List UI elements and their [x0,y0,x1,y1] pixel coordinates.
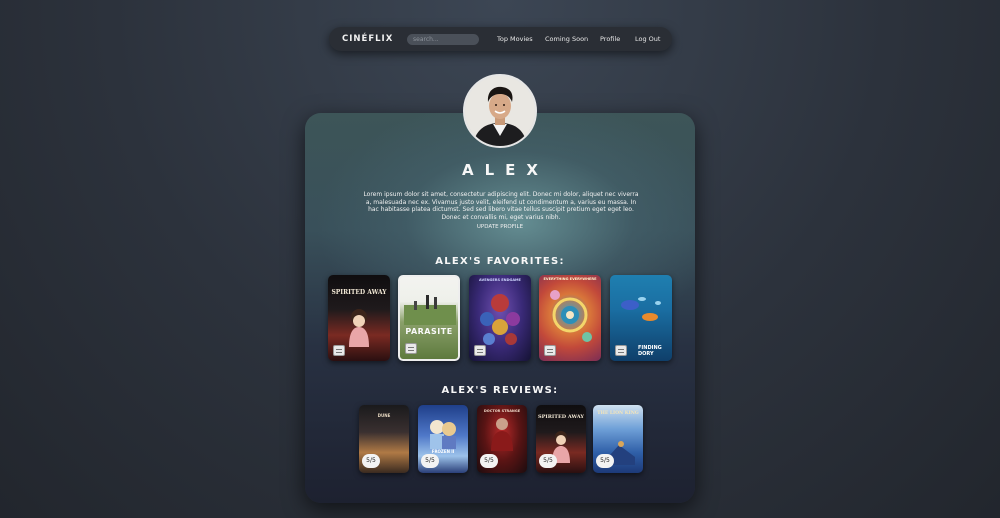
poster-art [404,295,456,325]
nav-link-top-movies[interactable]: Top Movies [497,35,533,43]
poster-art [480,294,520,345]
poster-art [430,420,456,449]
rating-badge: 5/5 [480,454,498,468]
bookmark-icon[interactable] [474,345,486,356]
favorites-heading: ALEX'S FAVORITES: [435,256,565,267]
poster-title: EVERYTHING EVERYWHERE [543,277,597,281]
profile-avatar [463,74,537,148]
profile-bio: Lorem ipsum dolor sit amet, consectetur … [363,191,639,221]
favorite-poster[interactable]: FINDING DORY [610,275,672,361]
profile-name: ALEX [462,161,549,179]
poster-title: DUNE [377,413,391,418]
poster-title: DOCTOR STRANGE [483,409,521,413]
favorite-poster[interactable]: SPIRITED AWAY [328,275,390,361]
update-profile-button[interactable]: UPDATE PROFILE [305,224,695,230]
poster-art [621,297,661,321]
nav-link-profile[interactable]: Profile [600,35,620,43]
rating-badge: 5/5 [362,454,380,468]
poster-art [491,418,513,451]
favorite-poster[interactable]: EVERYTHING EVERYWHERE [539,275,601,361]
nav-link-coming-soon[interactable]: Coming Soon [545,35,588,43]
poster-title: THE LION KING [597,411,639,416]
poster-title: FINDING DORY [638,345,662,357]
poster-title: PARASITE [405,327,453,336]
review-poster[interactable]: SPIRITED AWAY 5/5 [536,405,586,473]
review-poster[interactable]: DOCTOR STRANGE 5/5 [477,405,527,473]
nav-link-log-out[interactable]: Log Out [635,35,660,43]
top-nav: CINÉFLIX Top Movies Coming Soon Profile … [329,27,672,51]
bookmark-icon[interactable] [615,345,627,356]
poster-title: AVENGERS ENDGAME [479,278,521,282]
search-input[interactable] [407,33,479,45]
poster-title: SPIRITED AWAY [331,289,387,296]
favorite-poster[interactable]: AVENGERS ENDGAME [469,275,531,361]
poster-art [550,290,592,342]
review-poster[interactable]: DUNE 5/5 [359,405,409,473]
rating-badge: 5/5 [539,454,557,468]
profile-card: ALEX Lorem ipsum dolor sit amet, consect… [305,113,695,503]
poster-title: SPIRITED AWAY [538,414,584,420]
review-poster[interactable]: THE LION KING 5/5 [593,405,643,473]
reviews-heading: ALEX'S REVIEWS: [441,385,559,396]
review-poster[interactable]: FROZEN II 5/5 [418,405,468,473]
rating-badge: 5/5 [596,454,614,468]
favorite-poster-selected[interactable]: PARASITE [398,275,460,361]
brand-logo[interactable]: CINÉFLIX [342,34,393,44]
rating-badge: 5/5 [421,454,439,468]
bookmark-icon[interactable] [333,345,345,356]
bookmark-icon[interactable] [405,343,417,354]
poster-art [349,309,369,347]
bookmark-icon[interactable] [544,345,556,356]
